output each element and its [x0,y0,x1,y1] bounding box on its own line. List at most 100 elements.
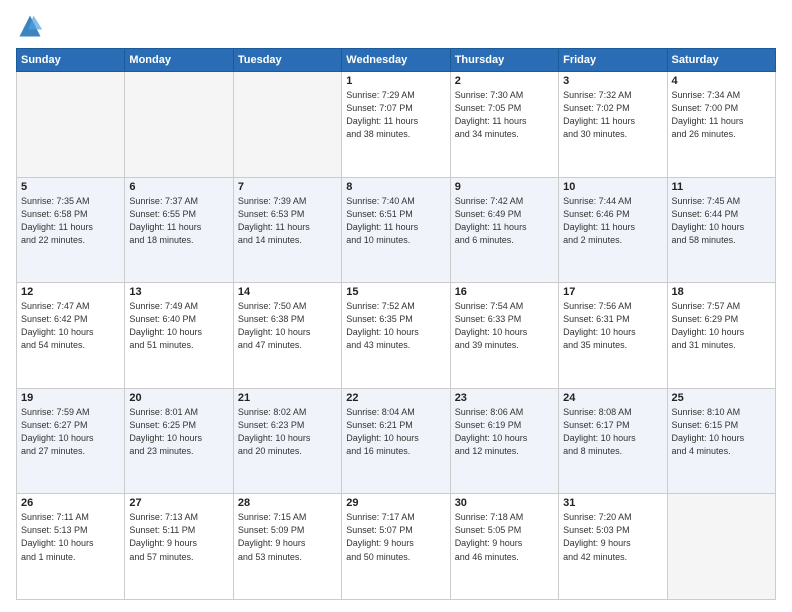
calendar-day-cell: 14Sunrise: 7:50 AM Sunset: 6:38 PM Dayli… [233,283,341,389]
day-number: 12 [21,286,120,298]
day-info: Sunrise: 7:34 AM Sunset: 7:00 PM Dayligh… [672,89,771,141]
day-info: Sunrise: 7:30 AM Sunset: 7:05 PM Dayligh… [455,89,554,141]
header [16,12,776,40]
day-info: Sunrise: 8:01 AM Sunset: 6:25 PM Dayligh… [129,406,228,458]
day-info: Sunrise: 7:18 AM Sunset: 5:05 PM Dayligh… [455,511,554,563]
day-number: 26 [21,497,120,509]
day-number: 1 [346,75,445,87]
day-info: Sunrise: 7:29 AM Sunset: 7:07 PM Dayligh… [346,89,445,141]
day-number: 14 [238,286,337,298]
day-info: Sunrise: 7:56 AM Sunset: 6:31 PM Dayligh… [563,300,662,352]
calendar-day-cell: 16 Sunrise: 7:54 AM Sunset: 6:33 PM Dayli… [450,283,558,389]
calendar-day-cell: 12 Sunrise: 7:47 AM Sunset: 6:42 PM Dayli… [17,283,125,389]
calendar-week-row: 26 Sunrise: 7:11 AM Sunset: 5:13 PM Dayli… [17,494,776,600]
day-info: Sunrise: 8:10 AM Sunset: 6:15 PM Dayligh… [672,406,771,458]
day-number: 15 [346,286,445,298]
day-number: 19 [21,392,120,404]
day-number: 7 [238,181,337,193]
day-info: Sunrise: 7:40 AM Sunset: 6:51 PM Dayligh… [346,195,445,247]
calendar-day-cell: 25 Sunrise: 8:10 AM Sunset: 6:15 PM Dayli… [667,388,775,494]
col-header-thursday: Thursday [450,49,558,72]
calendar-day-cell: 31 Sunrise: 7:20 AM Sunset: 5:03 PM Dayli… [559,494,667,600]
logo-icon [16,12,44,40]
calendar-day-cell: 30 Sunrise: 7:18 AM Sunset: 5:05 PM Dayli… [450,494,558,600]
day-number: 3 [563,75,662,87]
logo [16,12,48,40]
calendar-day-cell: 15 Sunrise: 7:52 AM Sunset: 6:35 PM Dayli… [342,283,450,389]
day-info: Sunrise: 7:47 AM Sunset: 6:42 PM Dayligh… [21,300,120,352]
calendar-day-cell: 23 Sunrise: 8:06 AM Sunset: 6:19 PM Dayli… [450,388,558,494]
day-info: Sunrise: 7:59 AM Sunset: 6:27 PM Dayligh… [21,406,120,458]
col-header-saturday: Saturday [667,49,775,72]
day-number: 29 [346,497,445,509]
day-number: 6 [129,181,228,193]
day-number: 25 [672,392,771,404]
col-header-sunday: Sunday [17,49,125,72]
calendar-day-cell: 3 Sunrise: 7:32 AM Sunset: 7:02 PM Daylig… [559,72,667,178]
day-info: Sunrise: 7:39 AM Sunset: 6:53 PM Dayligh… [238,195,337,247]
calendar-week-row: 12 Sunrise: 7:47 AM Sunset: 6:42 PM Dayli… [17,283,776,389]
day-info: Sunrise: 7:13 AM Sunset: 5:11 PM Dayligh… [129,511,228,563]
calendar-day-cell: 4 Sunrise: 7:34 AM Sunset: 7:00 PM Daylig… [667,72,775,178]
day-info: Sunrise: 8:06 AM Sunset: 6:19 PM Dayligh… [455,406,554,458]
day-number: 17 [563,286,662,298]
day-info: Sunrise: 7:52 AM Sunset: 6:35 PM Dayligh… [346,300,445,352]
calendar-day-cell [233,72,341,178]
day-number: 8 [346,181,445,193]
calendar-day-cell: 21 Sunrise: 8:02 AM Sunset: 6:23 PM Dayli… [233,388,341,494]
col-header-friday: Friday [559,49,667,72]
calendar-week-row: 19 Sunrise: 7:59 AM Sunset: 6:27 PM Dayli… [17,388,776,494]
calendar-day-cell: 27Sunrise: 7:13 AM Sunset: 5:11 PM Dayli… [125,494,233,600]
calendar-day-cell [667,494,775,600]
calendar-day-cell: 17 Sunrise: 7:56 AM Sunset: 6:31 PM Dayli… [559,283,667,389]
day-number: 31 [563,497,662,509]
day-number: 22 [346,392,445,404]
calendar-day-cell: 7 Sunrise: 7:39 AM Sunset: 6:53 PM Daylig… [233,177,341,283]
day-info: Sunrise: 7:54 AM Sunset: 6:33 PM Dayligh… [455,300,554,352]
day-info: Sunrise: 7:15 AM Sunset: 5:09 PM Dayligh… [238,511,337,563]
day-number: 13 [129,286,228,298]
calendar-day-cell: 6 Sunrise: 7:37 AM Sunset: 6:55 PM Daylig… [125,177,233,283]
day-info: Sunrise: 7:57 AM Sunset: 6:29 PM Dayligh… [672,300,771,352]
day-number: 18 [672,286,771,298]
day-number: 10 [563,181,662,193]
calendar-day-cell: 8 Sunrise: 7:40 AM Sunset: 6:51 PM Daylig… [342,177,450,283]
day-info: Sunrise: 7:17 AM Sunset: 5:07 PM Dayligh… [346,511,445,563]
col-header-monday: Monday [125,49,233,72]
day-number: 4 [672,75,771,87]
day-info: Sunrise: 7:44 AM Sunset: 6:46 PM Dayligh… [563,195,662,247]
day-number: 28 [238,497,337,509]
day-info: Sunrise: 7:20 AM Sunset: 5:03 PM Dayligh… [563,511,662,563]
calendar-day-cell [17,72,125,178]
day-info: Sunrise: 7:42 AM Sunset: 6:49 PM Dayligh… [455,195,554,247]
day-number: 30 [455,497,554,509]
day-info: Sunrise: 7:32 AM Sunset: 7:02 PM Dayligh… [563,89,662,141]
calendar-day-cell: 24Sunrise: 8:08 AM Sunset: 6:17 PM Dayli… [559,388,667,494]
calendar-day-cell: 5Sunrise: 7:35 AM Sunset: 6:58 PM Daylig… [17,177,125,283]
day-number: 5 [21,181,120,193]
calendar-day-cell: 10 Sunrise: 7:44 AM Sunset: 6:46 PM Dayli… [559,177,667,283]
day-info: Sunrise: 7:37 AM Sunset: 6:55 PM Dayligh… [129,195,228,247]
day-number: 2 [455,75,554,87]
day-info: Sunrise: 8:04 AM Sunset: 6:21 PM Dayligh… [346,406,445,458]
calendar-day-cell: 2 Sunrise: 7:30 AM Sunset: 7:05 PM Daylig… [450,72,558,178]
calendar-header-row: SundayMondayTuesdayWednesdayThursdayFrid… [17,49,776,72]
calendar-day-cell: 18 Sunrise: 7:57 AM Sunset: 6:29 PM Dayli… [667,283,775,389]
day-info: Sunrise: 8:02 AM Sunset: 6:23 PM Dayligh… [238,406,337,458]
day-info: Sunrise: 8:08 AM Sunset: 6:17 PM Dayligh… [563,406,662,458]
col-header-tuesday: Tuesday [233,49,341,72]
day-number: 9 [455,181,554,193]
day-number: 16 [455,286,554,298]
page: SundayMondayTuesdayWednesdayThursdayFrid… [0,0,792,612]
calendar-week-row: 1 Sunrise: 7:29 AM Sunset: 7:07 PM Daylig… [17,72,776,178]
calendar-day-cell: 22 Sunrise: 8:04 AM Sunset: 6:21 PM Dayli… [342,388,450,494]
calendar-day-cell: 1 Sunrise: 7:29 AM Sunset: 7:07 PM Daylig… [342,72,450,178]
calendar-day-cell: 11Sunrise: 7:45 AM Sunset: 6:44 PM Dayli… [667,177,775,283]
calendar-day-cell: 20 Sunrise: 8:01 AM Sunset: 6:25 PM Dayli… [125,388,233,494]
day-number: 21 [238,392,337,404]
day-number: 20 [129,392,228,404]
day-info: Sunrise: 7:11 AM Sunset: 5:13 PM Dayligh… [21,511,120,563]
calendar-day-cell: 13Sunrise: 7:49 AM Sunset: 6:40 PM Dayli… [125,283,233,389]
col-header-wednesday: Wednesday [342,49,450,72]
day-number: 23 [455,392,554,404]
